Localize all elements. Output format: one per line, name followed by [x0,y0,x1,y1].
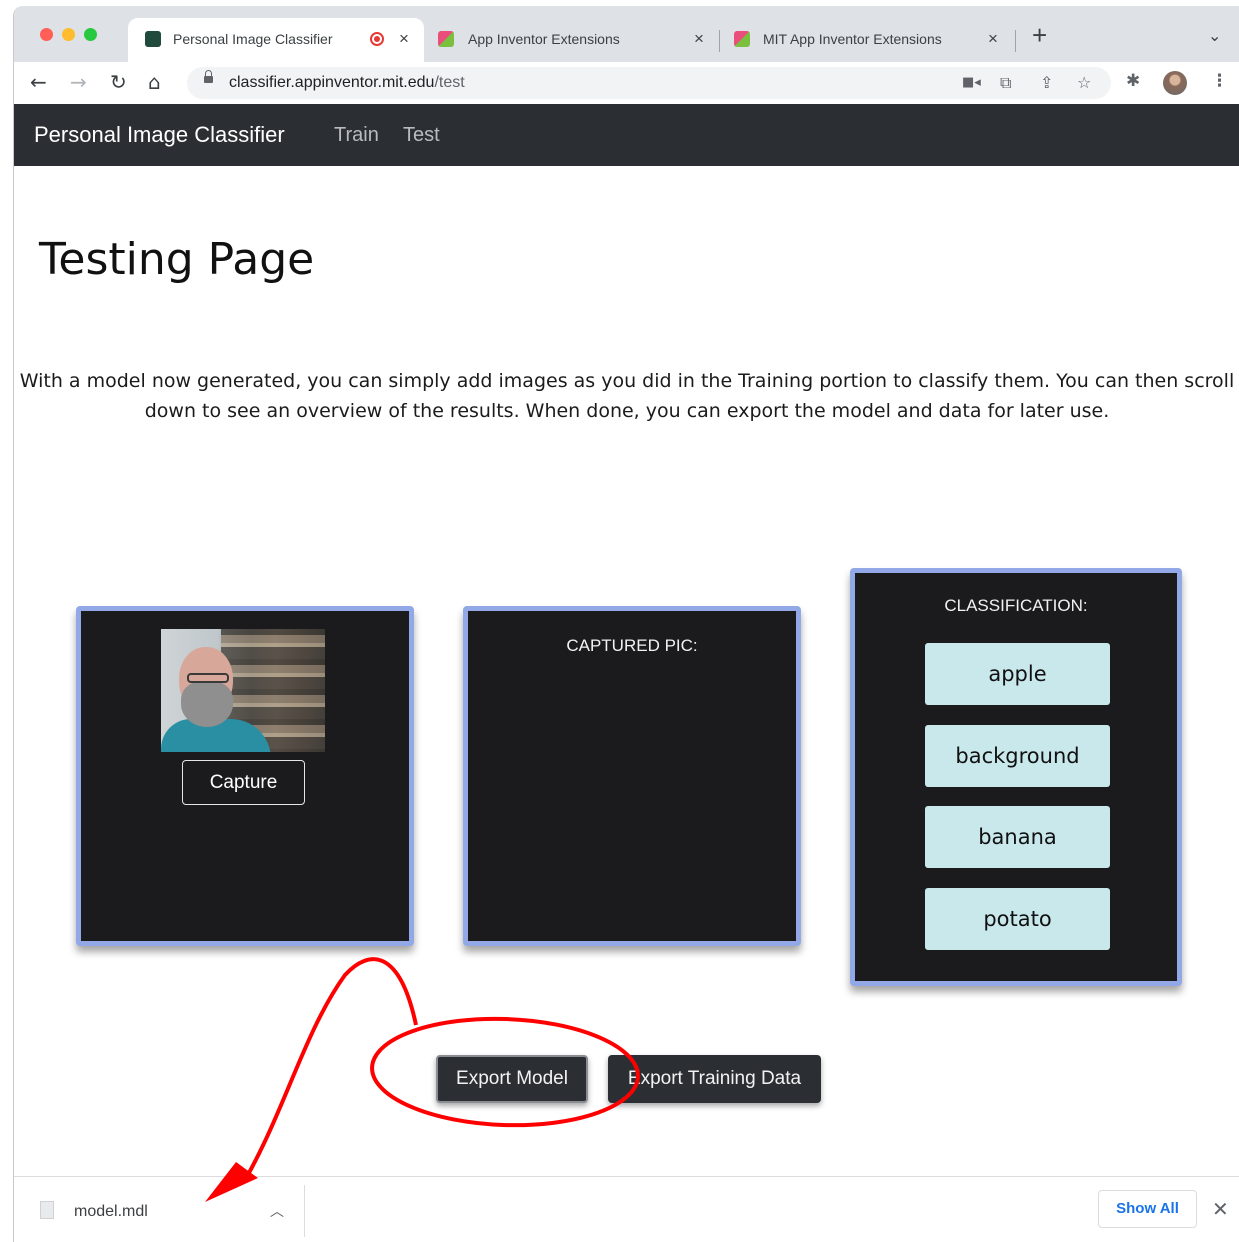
address-bar[interactable]: classifier.appinventor.mit.edu/test ■◂ ⧉… [187,67,1111,99]
show-all-button[interactable]: Show All [1098,1190,1197,1228]
chevron-up-icon[interactable]: ︿ [270,1201,284,1221]
classification-label: CLASSIFICATION: [944,596,1088,615]
profile-avatar[interactable] [1163,71,1187,95]
site-brand[interactable]: Personal Image Classifier [34,122,285,148]
forward-icon[interactable]: → [70,70,87,94]
close-shelf-icon[interactable]: ✕ [1212,1197,1229,1221]
webcam-card: Capture [76,606,414,946]
classification-card: CLASSIFICATION: apple background banana … [850,568,1182,986]
extensions-icon[interactable]: ✱ [1126,71,1140,91]
menu-icon[interactable]: ⋮ [1211,71,1228,91]
home-icon[interactable]: ⌂ [148,70,161,94]
class-button-banana[interactable]: banana [925,806,1110,868]
capture-button[interactable]: Capture [182,760,305,805]
class-button-background[interactable]: background [925,725,1110,787]
share-icon[interactable]: ⇪ [1040,73,1053,92]
nav-link-test[interactable]: Test [403,124,440,147]
captured-pic-card: CAPTURED PIC: [463,606,801,946]
minimize-window-button[interactable] [62,28,75,41]
shelf-divider [304,1185,305,1237]
class-button-apple[interactable]: apple [925,643,1110,705]
download-filename[interactable]: model.mdl [74,1203,148,1221]
tab-personal-image-classifier[interactable]: Personal Image Classifier × [128,18,424,62]
browser-window: Personal Image Classifier × App Inventor… [13,6,1239,1242]
new-tab-button[interactable]: + [1032,20,1047,51]
maximize-window-button[interactable] [84,28,97,41]
url-path: /test [434,74,465,91]
class-button-potato[interactable]: potato [925,888,1110,950]
back-icon[interactable]: ← [30,70,47,94]
camera-icon[interactable]: ■◂ [962,75,981,90]
app-inventor-favicon-icon [438,31,454,47]
app-inventor-favicon-icon [734,31,750,47]
tab-close-icon[interactable]: × [399,29,409,49]
browser-toolbar: ← → ↻ ⌂ classifier.appinventor.mit.edu/t… [14,62,1239,105]
url-text[interactable]: classifier.appinventor.mit.edu/test [229,74,465,92]
translate-icon[interactable]: ⧉ [1000,73,1011,93]
site-navbar: Personal Image Classifier Train Test [14,104,1239,166]
download-shelf: model.mdl ︿ Show All ✕ [14,1176,1239,1242]
tab-divider [1015,30,1016,52]
close-window-button[interactable] [40,28,53,41]
tab-close-icon[interactable]: × [694,29,704,49]
tab-title: MIT App Inventor Extensions [763,31,942,47]
file-icon [40,1201,54,1219]
tab-search-icon[interactable]: ⌄ [1208,26,1221,45]
tab-app-inventor-extensions[interactable]: App Inventor Extensions × [424,18,720,62]
url-host: classifier.appinventor.mit.edu [229,74,435,91]
webcam-preview [161,629,325,752]
tab-title: App Inventor Extensions [468,31,620,47]
tab-close-icon[interactable]: × [988,29,998,49]
tab-mit-app-inventor-extensions[interactable]: MIT App Inventor Extensions × [722,18,1018,62]
page-description: With a model now generated, you can simp… [19,370,1235,422]
export-model-button[interactable]: Export Model [436,1055,588,1103]
tab-strip: Personal Image Classifier × App Inventor… [14,6,1239,62]
react-favicon-icon [145,31,161,47]
export-training-data-button[interactable]: Export Training Data [608,1055,821,1103]
page-title: Testing Page [39,234,315,285]
reload-icon[interactable]: ↻ [110,70,127,94]
tab-title: Personal Image Classifier [173,31,333,47]
lock-icon[interactable] [204,70,213,83]
recording-icon [370,32,384,46]
tab-divider [719,30,720,52]
star-icon[interactable]: ☆ [1077,73,1091,92]
captured-pic-label: CAPTURED PIC: [566,636,698,655]
nav-link-train[interactable]: Train [334,124,379,147]
